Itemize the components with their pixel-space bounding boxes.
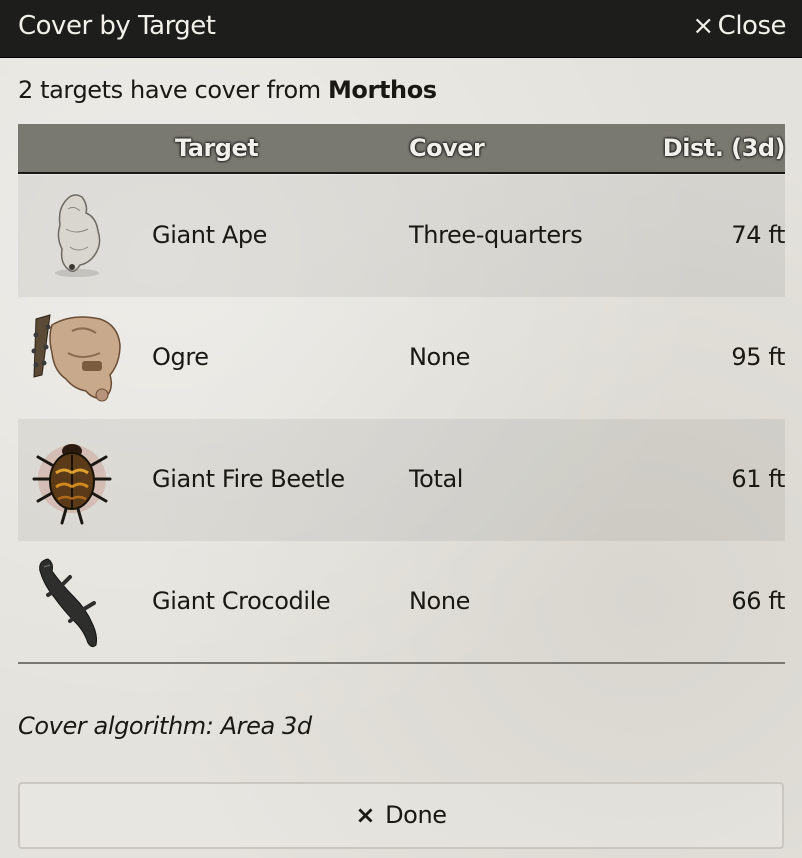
- distance-value: 95 ft: [731, 343, 785, 371]
- cover-value: None: [409, 343, 471, 371]
- table-row: Giant Crocodile None 66 ft: [18, 541, 785, 663]
- window-title: Cover by Target: [18, 11, 216, 41]
- done-label: Done: [385, 801, 447, 829]
- table-row: Giant Ape Three-quarters 74 ft: [18, 175, 785, 297]
- cover-algorithm-note: Cover algorithm: Area 3d: [18, 712, 312, 740]
- ogre-token-icon: [22, 305, 132, 411]
- cover-summary: 2 targets have cover from Morthos: [18, 76, 437, 104]
- header-distance: Dist. (3d): [662, 134, 786, 162]
- table-header: Target Cover Dist. (3d): [18, 124, 786, 174]
- target-name: Giant Ape: [152, 221, 268, 249]
- header-cover: Cover: [409, 134, 485, 162]
- close-icon: ×: [692, 11, 714, 41]
- cover-value: Total: [409, 465, 464, 493]
- footer-divider: [18, 662, 785, 664]
- distance-value: 61 ft: [731, 465, 785, 493]
- table-row: Giant Fire Beetle Total 61 ft: [18, 419, 785, 541]
- header-target: Target: [175, 134, 259, 162]
- target-name: Giant Crocodile: [152, 587, 331, 615]
- giant-ape-token-icon: [22, 183, 132, 289]
- distance-value: 66 ft: [731, 587, 785, 615]
- distance-value: 74 ft: [731, 221, 785, 249]
- source-name: Morthos: [327, 76, 437, 104]
- close-button[interactable]: × Close: [692, 11, 786, 41]
- close-icon: ×: [355, 801, 376, 829]
- titlebar: Cover by Target × Close: [0, 0, 802, 58]
- close-label: Close: [717, 11, 787, 41]
- target-name: Ogre: [152, 343, 209, 371]
- target-name: Giant Fire Beetle: [152, 465, 345, 493]
- cover-dialog: Cover by Target × Close 2 targets have co…: [0, 0, 802, 858]
- table-row: Ogre None 95 ft: [18, 297, 785, 419]
- giant-crocodile-token-icon: [22, 549, 132, 655]
- cover-value: Three-quarters: [409, 221, 583, 249]
- summary-text: 2 targets have cover from: [18, 76, 328, 104]
- done-button[interactable]: × Done: [18, 782, 784, 849]
- giant-fire-beetle-token-icon: [22, 427, 132, 533]
- cover-value: None: [409, 587, 471, 615]
